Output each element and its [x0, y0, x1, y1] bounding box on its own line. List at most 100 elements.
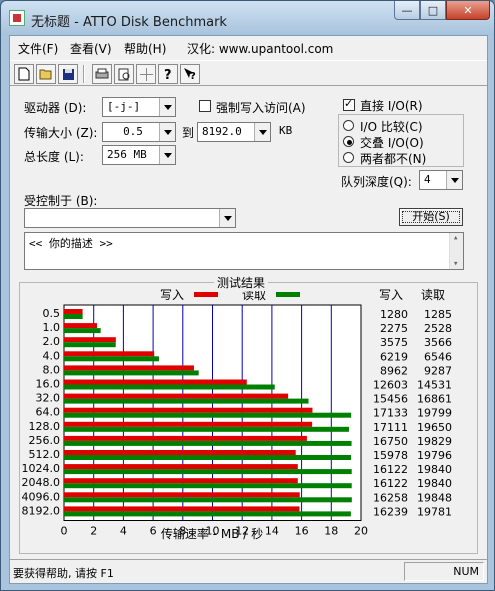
read-value: 3566	[424, 336, 452, 349]
read-bar	[64, 426, 349, 432]
write-value: 1280	[380, 308, 408, 321]
controlled-by-label: 受控制于 (B):	[24, 194, 98, 208]
write-value: 6219	[380, 350, 408, 363]
read-bar	[64, 370, 199, 376]
write-bar	[64, 450, 296, 455]
write-bar	[64, 309, 83, 314]
read-bar	[64, 328, 101, 334]
read-bar	[64, 440, 352, 446]
neither-label: 两者都不(N)	[360, 152, 427, 166]
overlap-io-label: 交叠 I/O(O)	[360, 136, 424, 150]
print-icon[interactable]	[92, 64, 112, 84]
context-help-icon[interactable]: ?	[180, 64, 200, 84]
x-tick-label: 2	[90, 525, 97, 538]
read-value: 9287	[424, 364, 452, 377]
close-button[interactable]: ✕	[446, 1, 490, 20]
menu-help[interactable]: 帮助(H)	[124, 40, 166, 57]
force-write-label: 强制写入访问(A)	[216, 101, 306, 115]
read-bar	[64, 314, 83, 319]
x-tick-label: 6	[150, 525, 157, 538]
read-bar	[64, 412, 352, 418]
start-button[interactable]: 开始(S)	[399, 208, 463, 226]
description-textarea[interactable]: << 你的描述 >>	[24, 232, 464, 270]
col-read-header: 读取	[421, 288, 445, 302]
read-value: 16861	[417, 393, 452, 406]
toolbar: ? ?	[10, 60, 487, 86]
read-bar	[64, 356, 159, 362]
app-icon	[9, 10, 25, 26]
read-value: 19796	[417, 449, 452, 462]
y-tick-label: 16.0	[36, 378, 61, 391]
io-compare-radio[interactable]	[343, 120, 354, 131]
queue-depth-value: 4	[424, 173, 431, 186]
write-bar	[64, 421, 313, 427]
legend-write-label: 写入	[160, 288, 184, 302]
read-value: 19840	[417, 477, 452, 490]
to-label: 到	[182, 126, 195, 140]
total-length-label: 总长度 (L):	[24, 150, 84, 164]
transfer-size-to-value: 8192.0	[202, 125, 242, 138]
write-bar	[64, 323, 97, 329]
total-length-select[interactable]: 256 MB	[102, 145, 176, 165]
save-icon[interactable]	[58, 64, 78, 84]
read-bar	[64, 483, 352, 489]
write-value: 16750	[373, 435, 408, 448]
read-bar	[64, 398, 309, 404]
chevron-down-icon	[446, 171, 462, 189]
direct-io-checkbox[interactable]	[343, 97, 355, 111]
read-value: 2528	[424, 322, 452, 335]
y-tick-label: 8192.0	[22, 504, 61, 517]
y-tick-label: 4.0	[43, 349, 61, 362]
y-tick-label: 8.0	[43, 363, 61, 376]
results-group: 测试结果 写入 读取 写入 读取 0 2 4 6 8 10 12 14 16 18 20 0.5 128…	[19, 274, 478, 554]
overlap-io-radio[interactable]	[343, 136, 354, 147]
open-folder-icon[interactable]	[36, 64, 56, 84]
menu-file[interactable]: 文件(F)	[18, 40, 58, 57]
write-bar	[64, 337, 116, 343]
read-value: 19848	[417, 491, 452, 504]
svg-text:?: ?	[164, 68, 172, 81]
y-tick-label: 4096.0	[22, 490, 61, 503]
queue-depth-select[interactable]: 4	[419, 170, 463, 190]
force-write-checkbox[interactable]	[199, 100, 211, 112]
new-document-icon[interactable]	[14, 64, 34, 84]
drive-select-value: [-j-]	[107, 100, 141, 113]
read-bar	[64, 497, 352, 503]
y-tick-label: 0.5	[43, 307, 61, 320]
write-value: 15456	[373, 393, 408, 406]
transfer-size-to-select[interactable]: 8192.0	[197, 122, 271, 142]
window-title: 无标题 - ATTO Disk Benchmark	[31, 15, 227, 30]
y-tick-label: 32.0	[36, 392, 61, 405]
legend-write-swatch	[194, 292, 218, 297]
maximize-button[interactable]: □	[420, 1, 446, 20]
title-bar[interactable]: 无标题 - ATTO Disk Benchmark — □ ✕	[1, 1, 494, 35]
read-value: 19840	[417, 463, 452, 476]
minimize-button[interactable]: —	[394, 1, 420, 20]
write-value: 16239	[373, 505, 408, 518]
write-value: 16258	[373, 491, 408, 504]
chevron-down-icon	[219, 209, 235, 227]
write-bar	[64, 379, 247, 385]
write-bar	[64, 478, 298, 484]
print-preview-icon[interactable]	[114, 64, 134, 84]
menu-view[interactable]: 查看(V)	[70, 40, 112, 57]
toolbar-separator	[83, 65, 85, 83]
neither-radio[interactable]	[343, 152, 354, 163]
num-lock-indicator: NUM	[404, 562, 484, 581]
description-scrollbar[interactable]	[449, 233, 463, 269]
y-tick-label: 1024.0	[22, 462, 61, 475]
read-bar	[64, 511, 351, 517]
controlled-by-select[interactable]	[24, 208, 236, 228]
write-bar	[64, 351, 155, 357]
drive-select[interactable]: [-j-]	[102, 97, 176, 117]
write-value: 16122	[373, 477, 408, 490]
menu-localization[interactable]: 汉化: www.upantool.com	[187, 40, 333, 57]
y-tick-label: 64.0	[36, 406, 61, 419]
results-title: 测试结果	[214, 274, 269, 291]
move-icon[interactable]	[136, 64, 156, 84]
help-icon[interactable]: ?	[158, 64, 178, 84]
transfer-size-from-select[interactable]: 0.5	[102, 122, 176, 142]
y-tick-label: 256.0	[29, 434, 61, 447]
read-bar	[64, 342, 116, 348]
status-bar: 要获得帮助, 请按 F1 NUM	[10, 559, 487, 583]
